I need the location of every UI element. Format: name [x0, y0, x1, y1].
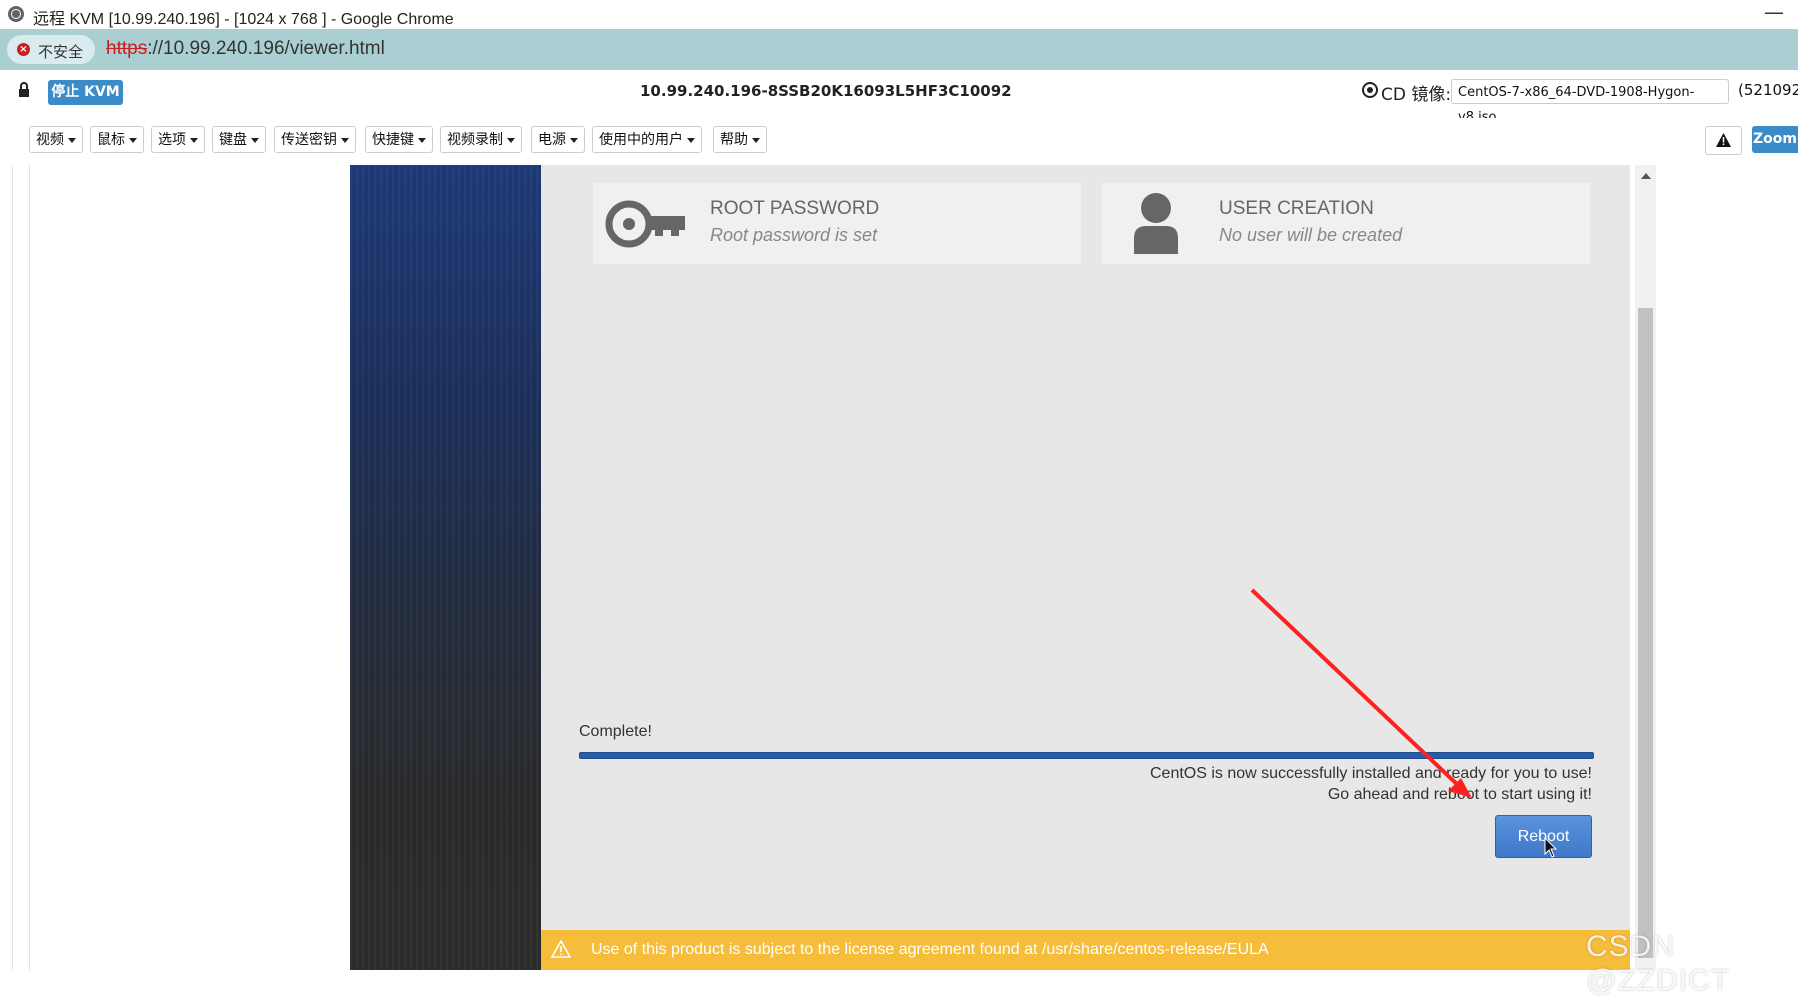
menu-video-record[interactable]: 视频录制 [440, 126, 522, 153]
menu-hotkeys[interactable]: 快捷键 [365, 126, 433, 153]
kvm-menubar: 视频 鼠标 选项 键盘 传送密钥 快捷键 视频录制 电源 使用中的用户 帮助 Z… [0, 118, 1798, 166]
caret-down-icon [190, 137, 198, 143]
menu-mouse[interactable]: 鼠标 [90, 126, 144, 153]
url-path: ://10.99.240.196/viewer.html [147, 38, 385, 59]
warning-icon [1716, 133, 1731, 147]
url-scheme: https [106, 38, 148, 59]
sidebar-texture [350, 165, 541, 970]
reboot-hint: Go ahead and reboot to start using it! [1327, 786, 1592, 803]
success-message: CentOS is now successfully installed and… [1150, 765, 1592, 782]
eula-banner: Use of this product is subject to the li… [541, 930, 1630, 970]
root-password-spoke[interactable]: ROOT PASSWORD Root password is set [593, 183, 1081, 264]
gutter-divider [12, 165, 13, 970]
mouse-cursor-icon [1544, 837, 1558, 858]
security-label: 不安全 [38, 43, 84, 61]
watermark: CSDN @ZZDICT [1586, 930, 1731, 997]
root-password-title: ROOT PASSWORD [710, 198, 880, 219]
stop-kvm-button[interactable]: 停止 KVM [48, 80, 123, 105]
progress-label: Complete! [579, 723, 652, 740]
iso-select[interactable]: CentOS-7-x86_64-DVD-1908-Hygon-v8.iso [1451, 79, 1729, 125]
caret-down-icon [507, 137, 515, 143]
zoom-button[interactable]: Zoom [1752, 126, 1798, 153]
cd-image-label: CD 镜像: [1381, 85, 1452, 105]
address-bar: × 不安全 https://10.99.240.196/viewer.html [0, 29, 1798, 71]
caret-down-icon [341, 137, 349, 143]
minimize-button[interactable]: — [1764, 0, 1784, 24]
caret-down-icon [687, 137, 695, 143]
caret-down-icon [68, 137, 76, 143]
security-indicator[interactable]: × 不安全 [7, 35, 95, 64]
menu-keyboard[interactable]: 键盘 [212, 126, 266, 153]
caret-down-icon [752, 137, 760, 143]
user-creation-title: USER CREATION [1219, 198, 1374, 219]
not-secure-icon: × [17, 43, 30, 56]
user-creation-status: No user will be created [1219, 225, 1403, 245]
user-creation-spoke[interactable]: USER CREATION No user will be created [1102, 183, 1590, 264]
kvm-header: 停止 KVM 10.99.240.196-8SSB20K16093L5HF3C1… [0, 70, 1798, 125]
caret-down-icon [570, 137, 578, 143]
eula-text: Use of this product is subject to the li… [591, 941, 1269, 958]
cd-icon [1362, 82, 1378, 98]
globe-icon [8, 6, 24, 22]
url-field[interactable]: https://10.99.240.196/viewer.html [106, 38, 385, 60]
install-progress-bar [579, 752, 1594, 759]
menu-options[interactable]: 选项 [151, 126, 205, 153]
browser-titlebar: 远程 KVM [10.99.240.196] - [1024 x 768 ] -… [0, 0, 1798, 29]
menu-help[interactable]: 帮助 [713, 126, 767, 153]
scroll-thumb[interactable] [1638, 308, 1653, 958]
remote-screen-frame[interactable]: ROOT PASSWORD Root password is set USER … [29, 165, 1729, 997]
vertical-scrollbar[interactable] [1635, 165, 1656, 970]
scroll-up-icon[interactable] [1641, 173, 1651, 179]
caret-down-icon [129, 137, 137, 143]
menu-active-users[interactable]: 使用中的用户 [592, 126, 702, 153]
installer-sidebar [350, 165, 541, 970]
user-icon [1134, 193, 1178, 254]
server-name: 10.99.240.196-8SSB20K16093L5HF3C10092 [640, 82, 1012, 100]
key-icon [605, 200, 685, 248]
installer-panel: ROOT PASSWORD Root password is set USER … [541, 165, 1630, 970]
menu-video[interactable]: 视频 [29, 126, 83, 153]
root-password-status: Root password is set [710, 225, 878, 245]
kvm-viewport: ROOT PASSWORD Root password is set USER … [0, 165, 1798, 997]
lock-icon [19, 82, 29, 97]
menu-power[interactable]: 电源 [531, 126, 585, 153]
warning-button[interactable] [1705, 126, 1742, 155]
caret-down-icon [418, 137, 426, 143]
cd-size-readout: (521092 [1738, 81, 1798, 99]
caret-down-icon [251, 137, 259, 143]
menu-send-keys[interactable]: 传送密钥 [274, 126, 356, 153]
warning-icon [551, 940, 571, 958]
window-title: 远程 KVM [10.99.240.196] - [1024 x 768 ] -… [33, 11, 454, 28]
